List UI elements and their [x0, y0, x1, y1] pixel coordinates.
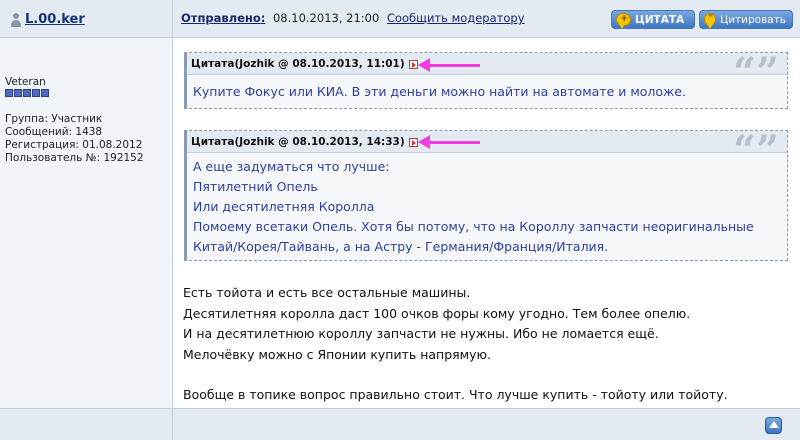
post-text: Есть тойота и есть все остальные машины.…: [183, 283, 728, 406]
post-line: Мелочёвку можно с Японии купить напрямую…: [183, 346, 492, 362]
user-registered: Регистрация: 01.08.2012: [5, 139, 143, 151]
annotation-arrow-icon: [418, 135, 480, 149]
rank-pip-icon: [5, 89, 13, 97]
quote-block-1: Цитата(Jozhik @ 08.10.2013, 11:01) “” Ку…: [184, 52, 788, 109]
quote-line: Китай/Корея/Тайвань, а на Астру - Герман…: [193, 239, 609, 254]
quote-title: Цитата(Jozhik @ 08.10.2013, 14:33): [191, 136, 405, 148]
annotation-arrow-icon: [418, 58, 480, 72]
footer-left: [0, 408, 173, 440]
quote-jump-icon[interactable]: [409, 60, 418, 69]
quote-header: Цитата(Jozhik @ 08.10.2013, 14:33) “”: [187, 131, 787, 171]
rank-stars: [5, 89, 49, 97]
sent-label: Отправлено:: [181, 11, 266, 25]
post-content: Цитата(Jozhik @ 08.10.2013, 11:01) “” Ку…: [173, 38, 800, 408]
user-panel: Veteran Группа: Участник Сообщений: 1438…: [0, 38, 173, 408]
quote-line: Купите Фокус или КИА. В эти деньги можно…: [193, 84, 686, 99]
username-link[interactable]: L.00.ker: [10, 12, 85, 27]
user-id: Пользователь №: 192152: [5, 152, 144, 164]
quote-body: Купите Фокус или КИА. В эти деньги можно…: [187, 75, 787, 109]
post-footer: [173, 408, 800, 440]
arrow-up-icon[interactable]: [765, 417, 782, 434]
quote-line: Или десятилетняя Королла: [193, 199, 375, 214]
user-info: Группа: Участник Сообщений: 1438 Регистр…: [5, 113, 144, 165]
sent-date: 08.10.2013, 21:00: [272, 11, 380, 25]
post-line: И на десятилетнюю короллу запчасти не ну…: [183, 326, 659, 341]
quote-button[interactable]: + ЦИТАТА: [611, 10, 695, 29]
user-group: Группа: Участник: [5, 113, 103, 125]
quote-title: Цитата(Jozhik @ 08.10.2013, 11:01): [191, 58, 405, 70]
quote-line: Помоему всетаки Опель. Хотя бы потому, ч…: [193, 219, 754, 234]
rank-pip-icon: [41, 89, 49, 97]
rank-pip-icon: [14, 89, 22, 97]
person-icon: [10, 12, 22, 27]
post-meta: Отправлено: 08.10.2013, 21:00 Сообщить м…: [181, 11, 525, 25]
quote-marks-icon: “”: [732, 127, 779, 174]
post-line: Десятилетняя королла даст 100 очков форы…: [183, 305, 691, 321]
quote-header: Цитата(Jozhik @ 08.10.2013, 11:01) “”: [187, 53, 787, 93]
user-header-cell: L.00.ker: [0, 0, 173, 38]
post-line: Есть тойота и есть все остальные машины.: [183, 285, 471, 300]
rank-pip-icon: [23, 89, 31, 97]
cite-bubble-icon: ": [704, 13, 717, 29]
quote-jump-icon[interactable]: [409, 138, 418, 147]
report-moderator-link[interactable]: Сообщить модератору: [387, 11, 525, 25]
cite-button[interactable]: " Цитировать: [699, 10, 793, 29]
quote-block-2: Цитата(Jozhik @ 08.10.2013, 14:33) “” А …: [184, 130, 788, 261]
quote-bubble-icon: +: [616, 13, 631, 29]
post-line: Вообще в топике вопрос правильно стоит. …: [183, 387, 728, 402]
quote-button-label: ЦИТАТА: [635, 13, 685, 26]
quote-line: А еще задуматься что лучше:: [193, 159, 390, 174]
user-rank: Veteran: [5, 76, 46, 88]
cite-button-label: Цитировать: [720, 13, 786, 26]
quote-body: А еще задуматься что лучше: Пятилетний О…: [187, 153, 787, 264]
quote-marks-icon: “”: [732, 49, 779, 96]
user-posts: Сообщений: 1438: [5, 126, 103, 138]
username[interactable]: L.00.ker: [25, 12, 85, 27]
rank-pip-icon: [32, 89, 40, 97]
post-header: Отправлено: 08.10.2013, 21:00 Сообщить м…: [173, 0, 800, 38]
quote-line: Пятилетний Опель: [193, 179, 318, 194]
post-spacer: [183, 365, 728, 385]
